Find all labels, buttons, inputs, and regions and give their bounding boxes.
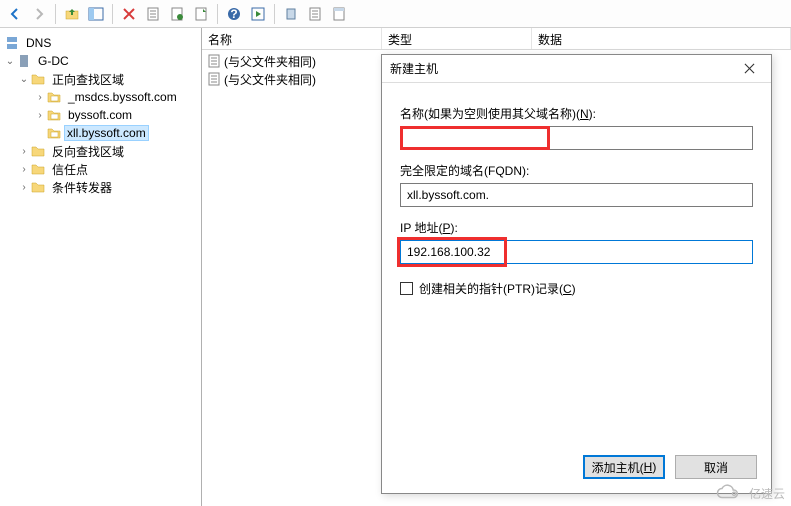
ptr-checkbox-row[interactable]: 创建相关的指针(PTR)记录(C) <box>400 280 753 297</box>
tree-label: 条件转发器 <box>48 178 116 197</box>
separator <box>217 4 218 24</box>
folder-icon <box>30 179 46 195</box>
tree-label: 信任点 <box>48 160 92 179</box>
separator <box>112 4 113 24</box>
expander-icon[interactable]: › <box>18 164 30 175</box>
ptr-label: 创建相关的指针(PTR)记录(C) <box>419 280 576 297</box>
tree-label: 反向查找区域 <box>48 142 128 161</box>
zone-icon <box>46 125 62 141</box>
tree-conditional-forwarders[interactable]: › 条件转发器 <box>2 178 199 196</box>
expander-icon[interactable]: › <box>34 92 46 103</box>
svg-text:?: ? <box>230 7 237 21</box>
name-label: 名称(如果为空则使用其父域名称)(N): <box>400 105 753 122</box>
toolbar: ? <box>0 0 791 28</box>
refresh-button[interactable] <box>142 3 164 25</box>
tree-label: xll.byssoft.com <box>64 125 149 141</box>
col-name[interactable]: 名称 <box>202 28 382 49</box>
new-record-button[interactable] <box>304 3 326 25</box>
expander-icon[interactable]: › <box>18 182 30 193</box>
col-type[interactable]: 类型 <box>382 28 532 49</box>
fqdn-label: 完全限定的域名(FQDN): <box>400 162 753 179</box>
tree-zone-byssoft[interactable]: › byssoft.com <box>2 106 199 124</box>
ptr-checkbox[interactable] <box>400 282 413 295</box>
export-button[interactable] <box>166 3 188 25</box>
show-hide-tree-button[interactable] <box>85 3 107 25</box>
ip-input-wrap <box>400 240 753 264</box>
tree-forward-zones[interactable]: ⌄ 正向查找区域 <box>2 70 199 88</box>
ip-input[interactable] <box>400 240 753 264</box>
tree-panel: DNS ⌄ G-DC ⌄ 正向查找区域 › _msdcs.byssoft.com… <box>0 28 202 506</box>
dns-icon <box>4 35 20 51</box>
new-query-button[interactable] <box>190 3 212 25</box>
new-host-dialog: 新建主机 名称(如果为空则使用其父域名称)(N): 完全限定的域名(FQDN):… <box>381 54 772 494</box>
help-button[interactable]: ? <box>223 3 245 25</box>
col-data[interactable]: 数据 <box>532 28 791 49</box>
dialog-buttons: 添加主机(H) 取消 <box>382 445 771 493</box>
tree-label: _msdcs.byssoft.com <box>64 89 181 105</box>
tree-root-dns[interactable]: DNS <box>2 34 199 52</box>
expander-icon[interactable]: ⌄ <box>4 56 16 67</box>
forward-button[interactable] <box>28 3 50 25</box>
folder-icon <box>30 71 46 87</box>
cancel-button[interactable]: 取消 <box>675 455 757 479</box>
properties-button[interactable] <box>328 3 350 25</box>
record-icon <box>206 71 222 87</box>
dialog-body: 名称(如果为空则使用其父域名称)(N): 完全限定的域名(FQDN): IP 地… <box>382 83 771 445</box>
list-header: 名称 类型 数据 <box>202 28 791 50</box>
item-text: (与父文件夹相同) <box>224 53 316 70</box>
tree-label: 正向查找区域 <box>48 70 128 89</box>
expander-icon[interactable]: › <box>18 146 30 157</box>
expander-icon[interactable]: ⌄ <box>18 74 30 85</box>
ip-label: IP 地址(P): <box>400 219 753 236</box>
tree-zone-xll[interactable]: xll.byssoft.com <box>2 124 199 142</box>
server-icon <box>16 53 32 69</box>
dialog-titlebar: 新建主机 <box>382 55 771 83</box>
zone-icon <box>46 107 62 123</box>
tree-trust-points[interactable]: › 信任点 <box>2 160 199 178</box>
tree-label: byssoft.com <box>64 107 136 123</box>
record-icon <box>206 53 222 69</box>
run-button[interactable] <box>247 3 269 25</box>
delete-button[interactable] <box>118 3 140 25</box>
name-input[interactable] <box>400 126 753 150</box>
tree-reverse-zones[interactable]: › 反向查找区域 <box>2 142 199 160</box>
close-icon <box>744 63 755 74</box>
tree-server[interactable]: ⌄ G-DC <box>2 52 199 70</box>
up-button[interactable] <box>61 3 83 25</box>
dialog-title-text: 新建主机 <box>390 60 735 77</box>
add-host-button[interactable]: 添加主机(H) <box>583 455 665 479</box>
fqdn-input <box>400 183 753 207</box>
expander-icon[interactable]: › <box>34 110 46 121</box>
tree-label: G-DC <box>34 53 73 69</box>
close-button[interactable] <box>735 59 763 79</box>
zone-icon <box>46 89 62 105</box>
new-window-button[interactable] <box>280 3 302 25</box>
folder-icon <box>30 143 46 159</box>
separator <box>274 4 275 24</box>
separator <box>55 4 56 24</box>
folder-icon <box>30 161 46 177</box>
back-button[interactable] <box>4 3 26 25</box>
tree-zone-msdcs[interactable]: › _msdcs.byssoft.com <box>2 88 199 106</box>
name-input-highlight <box>400 126 753 150</box>
tree-label: DNS <box>22 35 55 51</box>
item-text: (与父文件夹相同) <box>224 71 316 88</box>
